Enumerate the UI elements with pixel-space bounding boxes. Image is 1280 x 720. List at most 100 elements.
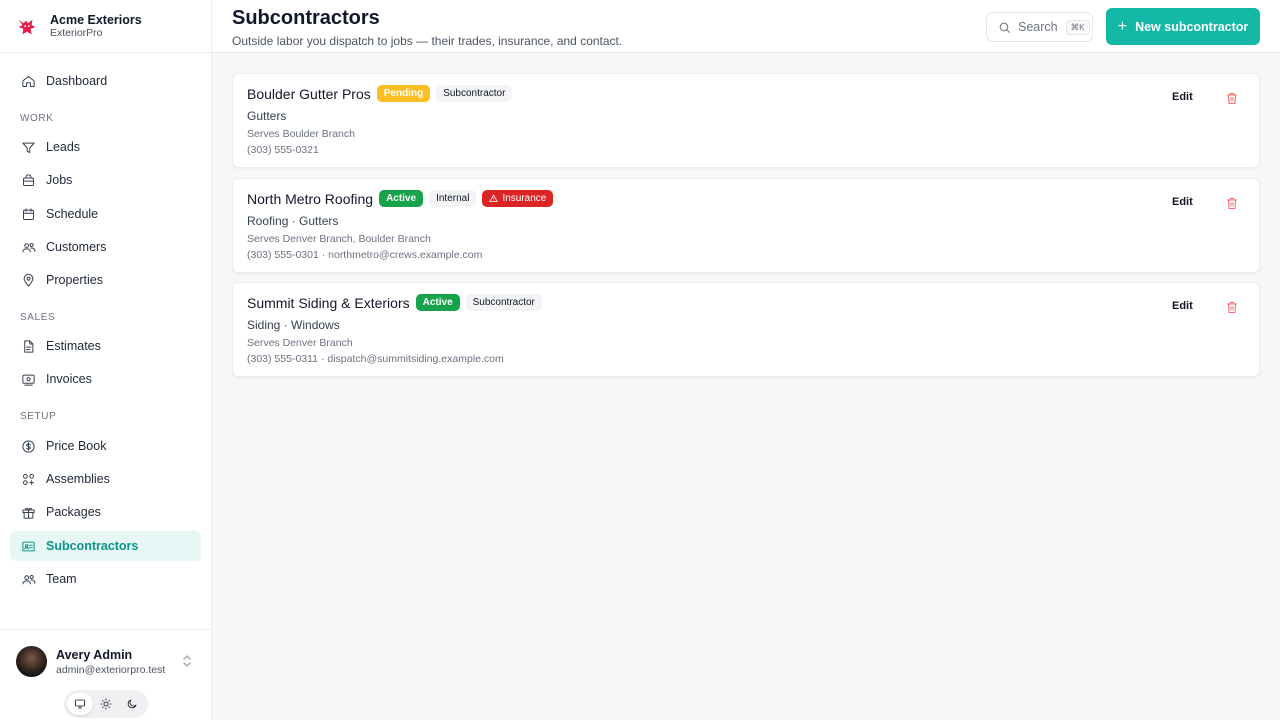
section-label-work: WORK [20, 113, 54, 124]
sidebar-item-estimates[interactable]: Estimates [10, 331, 201, 361]
edit-button[interactable]: Edit [1172, 91, 1193, 103]
subcontractor-contact: (303) 555-0321 [247, 144, 319, 156]
page-title: Subcontractors [232, 7, 380, 29]
search-button[interactable]: Search ⌘K [986, 12, 1093, 42]
chevron-up-down-icon[interactable] [182, 654, 192, 668]
monitor-icon [75, 699, 85, 709]
sidebar-item-jobs[interactable]: Jobs [10, 165, 201, 195]
insurance-warning-label: Insurance [502, 193, 547, 204]
sidebar-item-label: Invoices [46, 372, 92, 386]
theme-system-button[interactable] [67, 693, 93, 715]
user-email: admin@exteriorpro.test [56, 664, 166, 676]
bag-icon [20, 172, 36, 188]
subcontractor-trades: Gutters [247, 109, 287, 123]
sidebar-item-label: Dashboard [46, 74, 108, 88]
card-header: North Metro Roofing Active Internal Insu… [247, 190, 559, 207]
gift-icon [20, 504, 36, 520]
sidebar-item-properties[interactable]: Properties [10, 265, 201, 295]
subcontractor-serves: Serves Denver Branch, Boulder Branch [247, 233, 431, 245]
moon-icon [127, 699, 137, 709]
subcontractor-trades: Roofing · Gutters [247, 214, 339, 228]
subcontractor-card[interactable]: Summit Siding & Exteriors Active Subcont… [232, 282, 1260, 377]
sidebar-item-subcontractors[interactable]: Subcontractors [10, 531, 201, 561]
sidebar-item-label: Schedule [46, 207, 99, 221]
calendar-icon [20, 206, 36, 222]
id-card-icon [20, 538, 36, 554]
user-name: Avery Admin [56, 648, 133, 662]
sidebar-item-invoices[interactable]: Invoices [10, 364, 201, 394]
trash-icon [1227, 198, 1237, 209]
new-subcontractor-button[interactable]: + New subcontractor [1106, 8, 1260, 45]
card-header: Summit Siding & Exteriors Active Subcont… [247, 294, 548, 311]
delete-button[interactable] [1226, 92, 1238, 105]
edit-button[interactable]: Edit [1172, 300, 1193, 312]
search-icon [999, 22, 1010, 33]
users-icon [20, 239, 36, 255]
new-subcontractor-label: New subcontractor [1135, 19, 1249, 34]
subcontractor-card[interactable]: North Metro Roofing Active Internal Insu… [232, 178, 1260, 273]
sidebar-item-label: Customers [46, 240, 107, 254]
sidebar-item-label: Estimates [46, 339, 101, 353]
brand-name: Acme Exteriors [50, 13, 142, 27]
theme-dark-button[interactable] [119, 693, 145, 715]
subcontractor-contact: (303) 555-0311 · dispatch@summitsiding.e… [247, 353, 504, 365]
sidebar-item-team[interactable]: Team [10, 564, 201, 594]
sidebar-item-label: Subcontractors [46, 539, 139, 553]
type-badge: Subcontractor [465, 294, 542, 311]
type-badge: Internal [429, 190, 477, 207]
sidebar-item-label: Jobs [46, 173, 73, 187]
status-badge: Pending [376, 85, 431, 102]
brand[interactable]: Acme Exteriors ExteriorPro [16, 13, 142, 40]
filter-icon [20, 139, 36, 155]
page-subtitle: Outside labor you dispatch to jobs — the… [232, 34, 623, 48]
sidebar-item-label: Packages [46, 505, 101, 519]
team-icon [20, 571, 36, 587]
sun-icon [100, 698, 112, 710]
status-badge: Active [379, 190, 424, 207]
sidebar-item-dashboard[interactable]: Dashboard [10, 66, 201, 96]
grid-plus-icon [20, 471, 36, 487]
sidebar-item-label: Assemblies [46, 472, 110, 486]
sidebar-item-leads[interactable]: Leads [10, 132, 201, 162]
subcontractor-serves: Serves Denver Branch [247, 337, 353, 349]
wolf-logo-icon [18, 19, 36, 34]
edit-button[interactable]: Edit [1172, 196, 1193, 208]
subcontractor-card[interactable]: Boulder Gutter Pros Pending Subcontracto… [232, 73, 1260, 168]
dollar-circle-icon [20, 438, 36, 454]
subcontractor-trades: Siding · Windows [247, 318, 340, 332]
receipt-icon [20, 371, 36, 387]
sidebar-item-assemblies[interactable]: Assemblies [10, 464, 201, 494]
map-pin-icon [20, 272, 36, 288]
status-badge: Active [415, 294, 460, 311]
sidebar-item-label: Price Book [46, 439, 107, 453]
file-icon [20, 338, 36, 354]
sidebar-item-label: Properties [46, 273, 103, 287]
search-label: Search [1018, 20, 1058, 34]
sidebar-item-label: Team [46, 572, 77, 586]
plus-icon: + [1117, 17, 1128, 35]
sidebar-item-schedule[interactable]: Schedule [10, 199, 201, 229]
delete-button[interactable] [1226, 197, 1238, 210]
insurance-warning-badge: Insurance [482, 190, 554, 207]
subcontractor-contact: (303) 555-0301 · northmetro@crews.exampl… [247, 249, 483, 261]
search-shortcut: ⌘K [1065, 19, 1090, 35]
section-label-setup: SETUP [20, 411, 57, 422]
trash-icon [1227, 93, 1237, 104]
subcontractor-name: North Metro Roofing [247, 190, 374, 207]
brand-product: ExteriorPro [50, 27, 103, 39]
sidebar-item-label: Leads [46, 140, 81, 154]
divider [0, 52, 211, 53]
page-header: Subcontractors Outside labor you dispatc… [212, 0, 1280, 53]
home-icon [20, 73, 36, 89]
warning-triangle-icon [489, 194, 499, 202]
sidebar: Acme Exteriors ExteriorPro Dashboard WOR… [0, 0, 212, 720]
sidebar-item-customers[interactable]: Customers [10, 232, 201, 262]
user-menu[interactable]: Avery Admin admin@exteriorpro.test [0, 629, 211, 720]
subcontractor-name: Boulder Gutter Pros [247, 85, 371, 102]
sidebar-item-price-book[interactable]: Price Book [10, 431, 201, 461]
delete-button[interactable] [1226, 301, 1238, 314]
sidebar-item-packages[interactable]: Packages [10, 497, 201, 527]
avatar [16, 646, 47, 677]
trash-icon [1227, 302, 1237, 313]
theme-light-button[interactable] [93, 693, 119, 715]
